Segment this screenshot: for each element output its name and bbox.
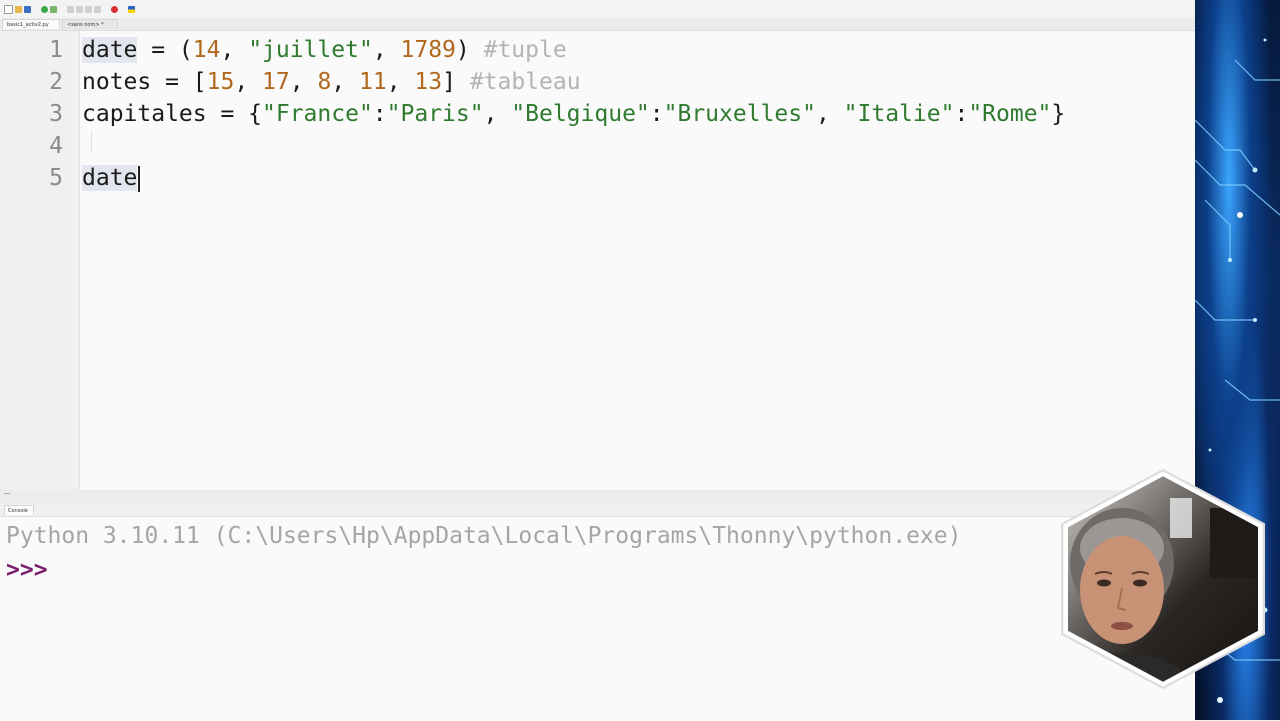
string-token: "Rome"	[968, 101, 1052, 127]
number-token: 11	[359, 69, 387, 95]
comment-token: #tuple	[483, 37, 567, 63]
indent-guide	[91, 131, 92, 153]
string-token: "juillet"	[248, 37, 373, 63]
code-token: = (	[137, 37, 193, 63]
code-token: ,	[331, 69, 359, 95]
code-editor[interactable]: 1 2 3 4 5 date = (14, "juillet", 1789) #…	[0, 31, 1195, 490]
code-token: ,	[220, 37, 249, 63]
debug-icon[interactable]	[50, 5, 57, 13]
number-token: 13	[414, 69, 443, 95]
text-cursor	[138, 165, 141, 192]
step-over-icon[interactable]	[67, 5, 74, 13]
run-icon[interactable]	[41, 5, 48, 13]
shell-prompt: >>>	[6, 557, 48, 583]
code-token: ,	[815, 101, 844, 127]
tab-console[interactable]: Console	[4, 505, 34, 515]
string-token: "Bruxelles"	[663, 101, 816, 127]
number-token: 14	[192, 37, 221, 63]
code-token: )	[455, 37, 484, 63]
string-token: "France"	[262, 101, 373, 127]
line-number-gutter: 1 2 3 4 5	[0, 31, 80, 490]
code-token: ]	[442, 69, 470, 95]
tab-unnamed[interactable]: <sans nom> *	[62, 19, 118, 29]
code-token: ,	[483, 101, 512, 127]
code-token: ,	[372, 37, 401, 63]
comment-token: #tableau	[469, 69, 581, 95]
resume-icon[interactable]	[94, 5, 101, 13]
thonny-window: basic1_activ2.py <sans nom> * 1 2 3 4 5 …	[0, 0, 1195, 721]
code-line-5: date	[82, 162, 141, 194]
number-token: 1789	[400, 37, 456, 63]
code-token: }	[1051, 101, 1066, 127]
editor-tabbar: basic1_activ2.py <sans nom> *	[0, 18, 1195, 31]
code-token: ,	[386, 69, 415, 95]
code-token: :	[954, 101, 969, 127]
identifier-highlight: date	[82, 37, 138, 63]
string-token: "Italie"	[843, 101, 955, 127]
code-line-2: notes = [15, 17, 8, 11, 13] #tableau	[82, 66, 581, 98]
number-token: 15	[206, 69, 235, 95]
step-into-icon[interactable]	[76, 5, 83, 13]
stop-icon[interactable]	[111, 5, 118, 13]
code-token: capitales = {	[82, 101, 263, 127]
code-token: ,	[289, 69, 318, 95]
open-file-icon[interactable]	[15, 5, 22, 13]
new-file-icon[interactable]	[4, 4, 13, 14]
code-token: notes = [	[82, 69, 207, 95]
python-banner: Python 3.10.11 (C:\Users\Hp\AppData\Loca…	[6, 523, 962, 549]
save-icon[interactable]	[24, 5, 31, 13]
line-number: 1	[49, 37, 63, 63]
splitter-handle-icon[interactable]	[4, 493, 10, 497]
presenter-video-icon	[1061, 468, 1265, 690]
shell-console[interactable]: Python 3.10.11 (C:\Users\Hp\AppData\Loca…	[0, 516, 1195, 721]
number-token: 8	[317, 69, 332, 95]
code-token: :	[649, 101, 664, 127]
code-token: ,	[234, 69, 263, 95]
tab-basic1-activ2[interactable]: basic1_activ2.py	[2, 19, 60, 29]
code-line-3: capitales = {"France":"Paris", "Belgique…	[82, 98, 1065, 130]
number-token: 17	[262, 69, 290, 95]
step-out-icon[interactable]	[85, 5, 92, 13]
toolbar	[0, 0, 1195, 18]
code-token: :	[372, 101, 387, 127]
string-token: "Paris"	[386, 101, 484, 127]
webcam-overlay	[1060, 468, 1266, 690]
pane-splitter[interactable]	[0, 490, 1195, 504]
identifier-highlight: date	[82, 165, 138, 191]
string-token: "Belgique"	[511, 101, 650, 127]
flag-icon[interactable]	[128, 5, 135, 13]
line-number: 4	[49, 133, 63, 159]
code-line-1: date = (14, "juillet", 1789) #tuple	[82, 34, 567, 66]
line-number: 3	[49, 101, 63, 127]
line-number: 5	[49, 165, 63, 191]
line-number: 2	[49, 69, 63, 95]
